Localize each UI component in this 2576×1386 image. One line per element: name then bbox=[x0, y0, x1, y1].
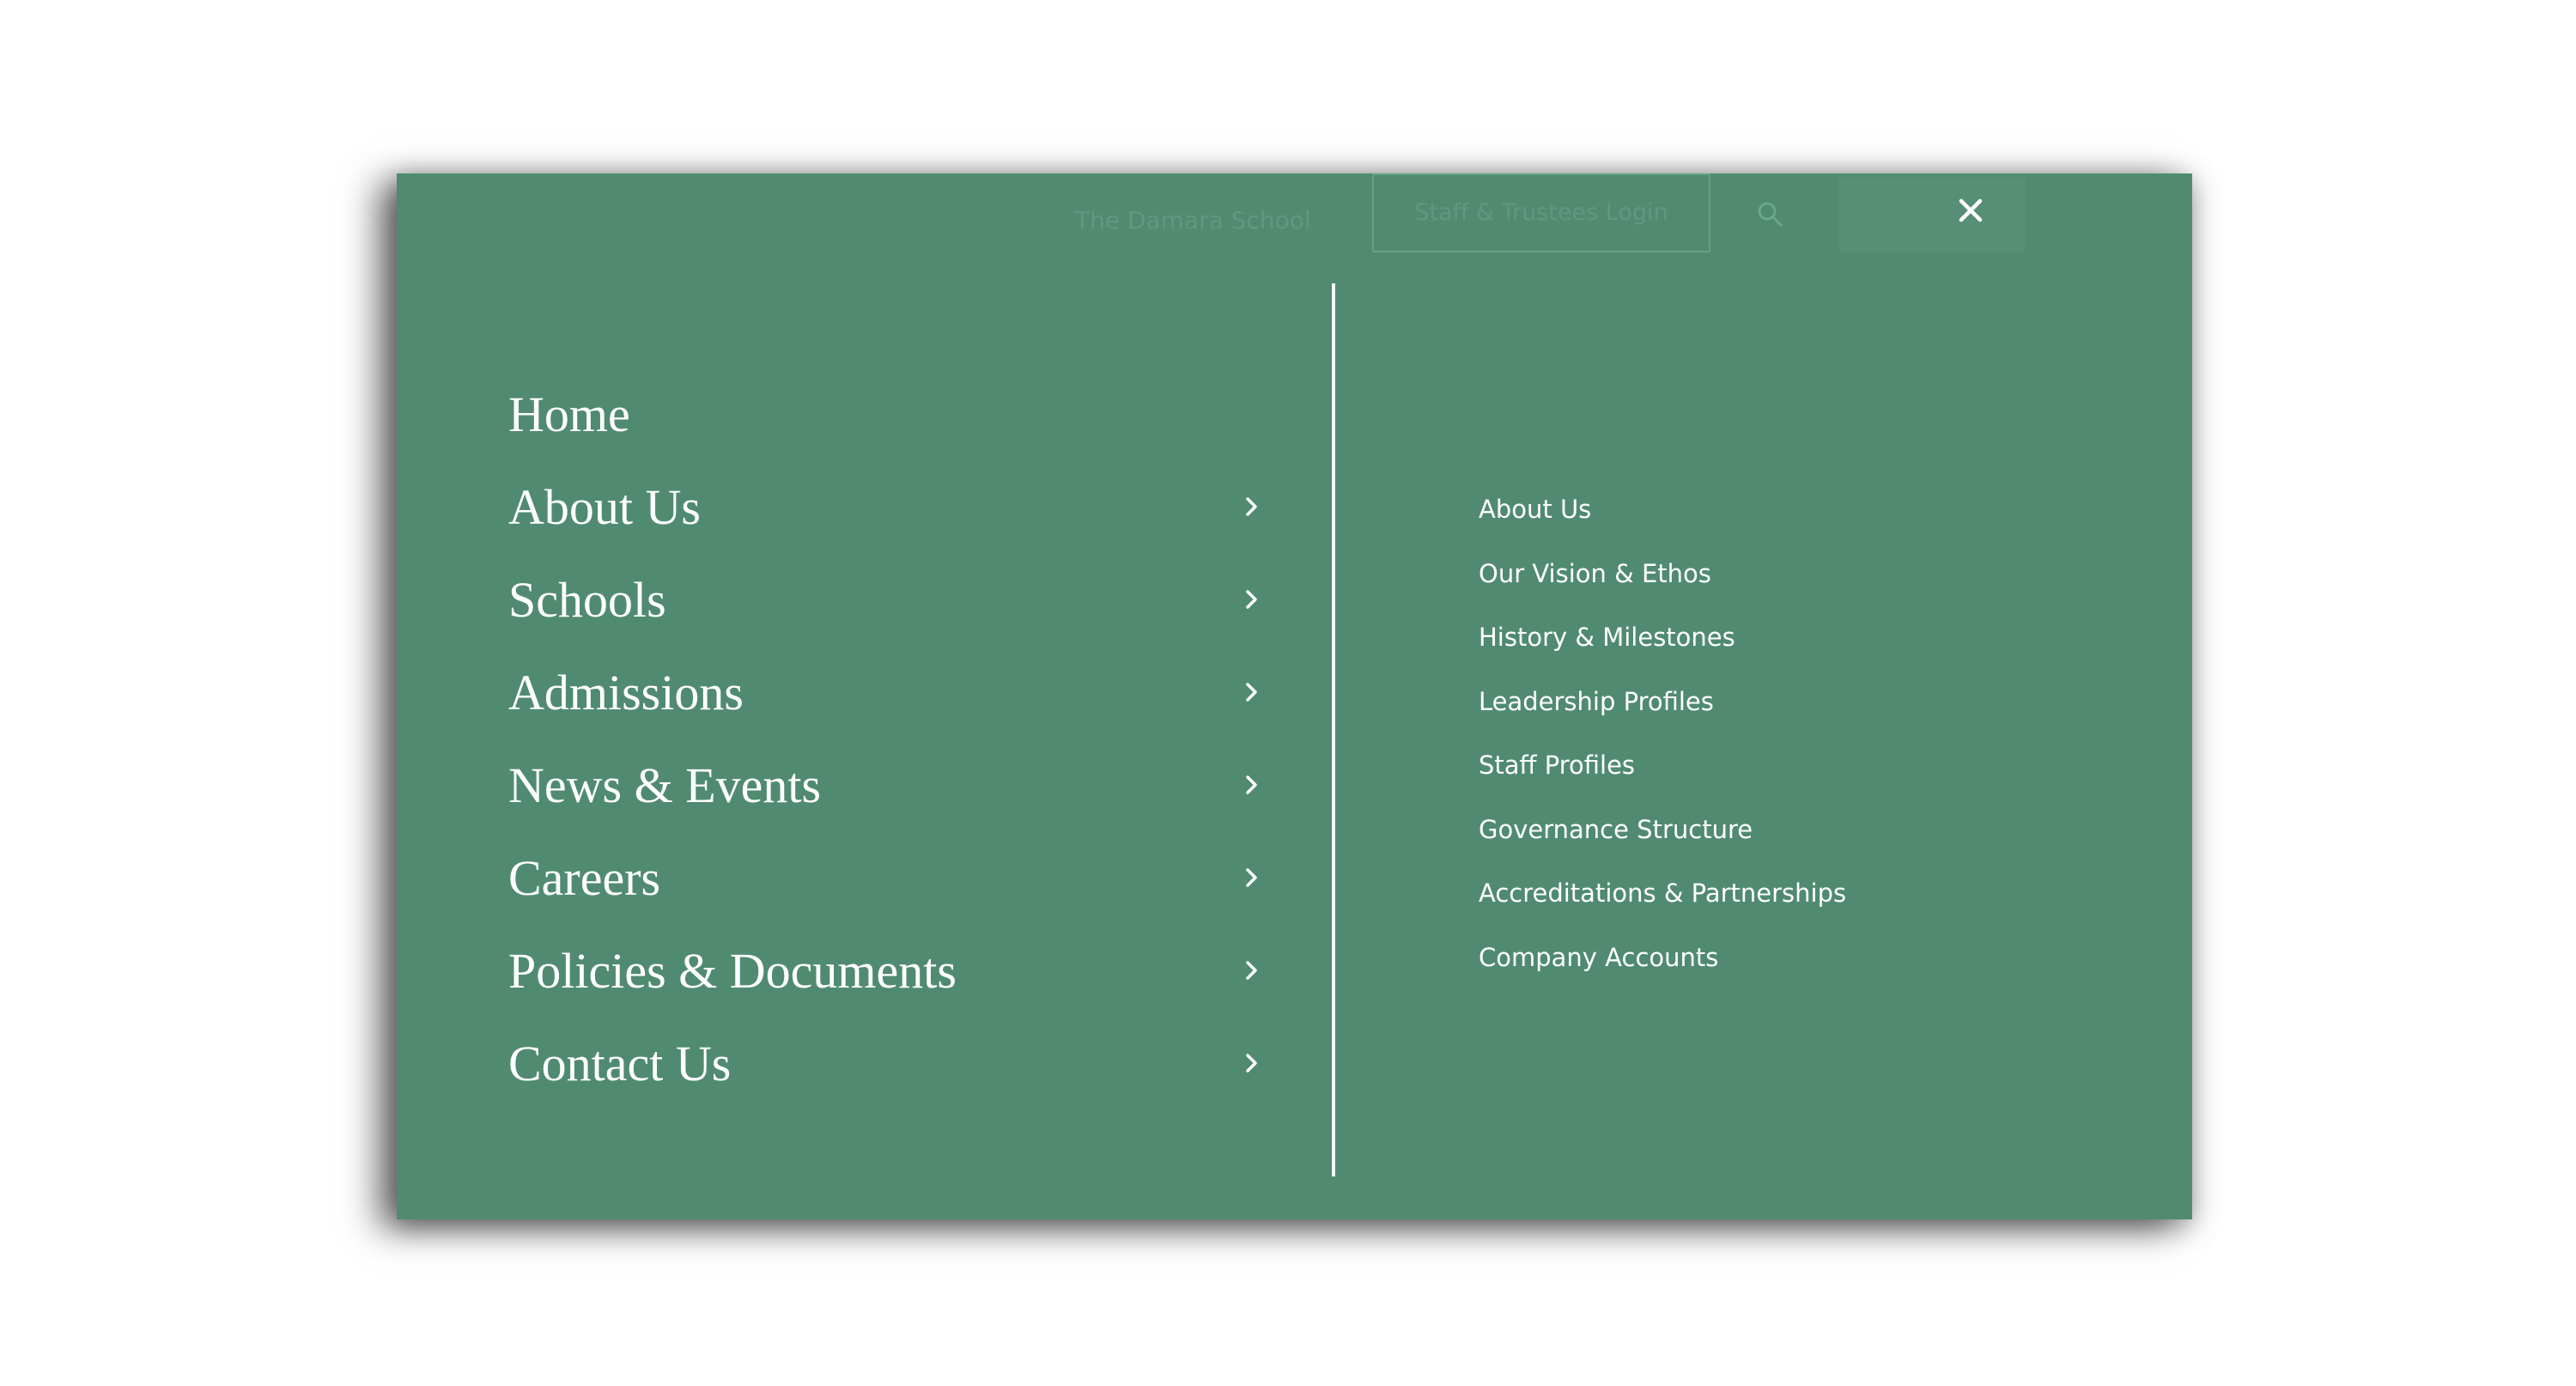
main-menu: Home About Us Schools Admissions News & … bbox=[508, 368, 1264, 1109]
chevron-right-icon[interactable] bbox=[1240, 866, 1264, 890]
submenu-item-vision-ethos[interactable]: Our Vision & Ethos bbox=[1479, 542, 1846, 606]
submenu-item-governance-structure[interactable]: Governance Structure bbox=[1479, 798, 1846, 862]
submenu-item-accreditations-partnerships[interactable]: Accreditations & Partnerships bbox=[1479, 861, 1846, 926]
submenu-about-us: About Us Our Vision & Ethos History & Mi… bbox=[1479, 477, 1846, 989]
main-menu-item-policies-documents[interactable]: Policies & Documents bbox=[508, 924, 1264, 1017]
main-menu-item-schools[interactable]: Schools bbox=[508, 553, 1264, 646]
navigation-overlay: The Damara School Staff & Trustees Login… bbox=[397, 173, 2192, 1219]
main-menu-item-label: Admissions bbox=[508, 664, 744, 720]
main-menu-item-admissions[interactable]: Admissions bbox=[508, 646, 1264, 739]
submenu-item-staff-profiles[interactable]: Staff Profiles bbox=[1479, 733, 1846, 798]
submenu-item-leadership-profiles[interactable]: Leadership Profiles bbox=[1479, 670, 1846, 734]
submenu-item-about-us[interactable]: About Us bbox=[1479, 477, 1846, 542]
main-menu-item-label: Contact Us bbox=[508, 1035, 732, 1091]
submenu-item-history-milestones[interactable]: History & Milestones bbox=[1479, 605, 1846, 670]
chevron-right-icon[interactable] bbox=[1240, 680, 1264, 704]
chevron-right-icon[interactable] bbox=[1240, 495, 1264, 519]
chevron-right-icon[interactable] bbox=[1240, 773, 1264, 797]
main-menu-item-label: About Us bbox=[508, 478, 701, 535]
main-menu-item-news-events[interactable]: News & Events bbox=[508, 739, 1264, 831]
main-menu-item-label: News & Events bbox=[508, 757, 822, 813]
close-icon[interactable] bbox=[1958, 198, 1984, 223]
close-button[interactable] bbox=[1839, 177, 2025, 252]
submenu-item-company-accounts[interactable]: Company Accounts bbox=[1479, 926, 1846, 990]
main-menu-item-contact-us[interactable]: Contact Us bbox=[508, 1017, 1264, 1109]
search-icon[interactable] bbox=[1757, 201, 1783, 227]
school-link[interactable]: The Damara School bbox=[1075, 199, 1311, 242]
chevron-right-icon[interactable] bbox=[1240, 587, 1264, 611]
main-menu-item-label: Policies & Documents bbox=[508, 942, 957, 999]
staff-login-button[interactable]: Staff & Trustees Login bbox=[1372, 173, 1710, 252]
main-menu-item-label: Home bbox=[508, 386, 630, 442]
menu-divider bbox=[1332, 283, 1335, 1176]
main-menu-item-careers[interactable]: Careers bbox=[508, 831, 1264, 924]
chevron-right-icon[interactable] bbox=[1240, 1051, 1264, 1075]
main-menu-item-about-us[interactable]: About Us bbox=[508, 460, 1264, 553]
main-menu-item-label: Schools bbox=[508, 571, 666, 628]
chevron-right-icon[interactable] bbox=[1240, 958, 1264, 982]
main-menu-item-home[interactable]: Home bbox=[508, 368, 1264, 460]
main-menu-item-label: Careers bbox=[508, 849, 661, 906]
